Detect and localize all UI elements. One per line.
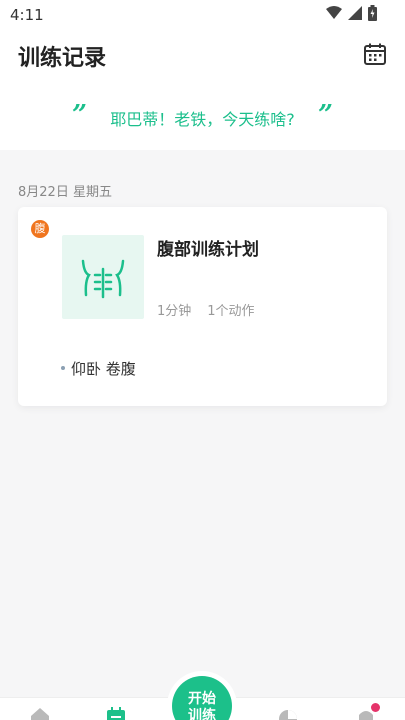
page-title: 训练记录: [18, 46, 107, 71]
status-time: 4:11: [10, 6, 44, 24]
nav-home-button[interactable]: [30, 707, 50, 720]
wifi-icon: [326, 6, 342, 19]
training-record-card[interactable]: 腹 腹部训练计划 1分钟 1个动作 仰卧 卷腹: [18, 207, 387, 406]
exercise-item: 仰卧 卷腹: [61, 358, 136, 379]
home-icon: [31, 708, 49, 720]
plan-meta: 1分钟 1个动作: [157, 300, 255, 319]
start-training-button[interactable]: 开始 训练: [172, 676, 232, 720]
header-area: 4:11 训练记录 ” 耶巴蒂！老铁，今天练啥? ”: [0, 0, 405, 150]
plan-thumbnail: [62, 235, 144, 319]
record-date: 8月22日 星期五: [18, 185, 112, 200]
plan-action-count: 1个动作: [207, 304, 255, 319]
motivation-quote: ” 耶巴蒂！老铁，今天练啥? ”: [0, 100, 405, 130]
status-icons: [326, 5, 377, 21]
category-badge: 腹: [31, 220, 49, 238]
quote-text: 耶巴蒂！老铁，今天练啥?: [110, 110, 295, 129]
nav-records-button[interactable]: [106, 707, 126, 720]
start-label-line2: 训练: [188, 708, 216, 720]
start-label-line1: 开始: [188, 691, 216, 707]
bullet-icon: [61, 365, 65, 370]
abs-icon: [81, 259, 125, 299]
signal-icon: [348, 6, 362, 20]
exercise-name: 仰卧 卷腹: [71, 360, 136, 378]
plan-duration: 1分钟: [157, 304, 192, 319]
calendar-icon: [364, 43, 386, 65]
calendar-active-icon: [107, 707, 125, 720]
battery-icon: [368, 5, 377, 21]
pie-chart-icon: [279, 710, 297, 720]
nav-stats-button[interactable]: [278, 707, 298, 720]
quote-close-mark: ”: [318, 100, 333, 130]
plan-name: 腹部训练计划: [157, 240, 259, 260]
status-bar: 4:11: [0, 0, 405, 30]
calendar-button[interactable]: [363, 42, 387, 66]
notification-dot: [371, 703, 380, 712]
